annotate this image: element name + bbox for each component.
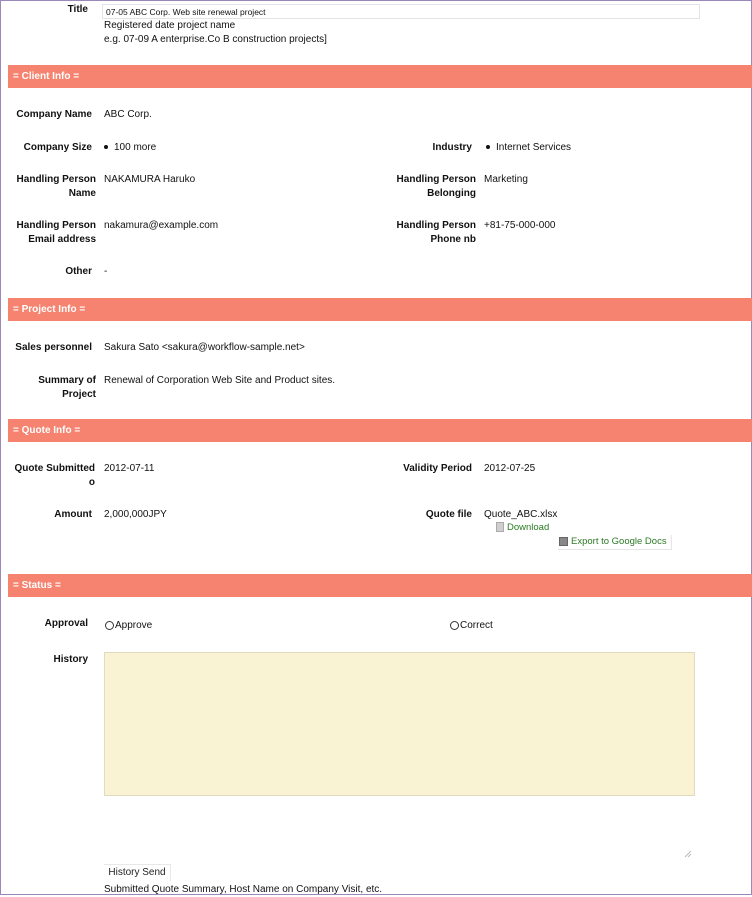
handling-person-email-value: nakamura@example.com: [104, 220, 219, 231]
radio-icon[interactable]: [105, 620, 114, 630]
industry-value: Internet Services: [486, 141, 571, 155]
handling-person-phone-value: +81-75-000-000: [484, 220, 556, 231]
bullet-icon: [486, 145, 490, 150]
bullet-icon: [104, 145, 108, 150]
title-hint-line2: e.g. 07-09 A enterprise.Co B constructio…: [104, 34, 327, 45]
export-google-docs-button[interactable]: Export to Google Docs: [558, 535, 672, 550]
handling-person-email-label: Handling Person Email address: [16, 220, 96, 245]
radio-icon[interactable]: [450, 620, 459, 630]
section-header-project: = Project Info =: [8, 298, 752, 321]
handling-person-phone-label: Handling Person Phone nb: [396, 220, 476, 245]
approve-radio[interactable]: Approve: [105, 619, 152, 633]
section-header-quote: = Quote Info =: [8, 419, 752, 442]
company-name-label: Company Name: [16, 109, 92, 120]
other-label: Other: [65, 266, 92, 277]
industry-label: Industry: [432, 142, 472, 153]
quote-submitted-value: 2012-07-11: [104, 463, 155, 474]
history-log: [104, 652, 695, 796]
section-header-status: = Status =: [8, 574, 752, 597]
title-hint-line1: Registered date project name: [104, 20, 236, 31]
handling-person-name-value: NAKAMURA Haruko: [104, 174, 196, 185]
resize-handle-icon[interactable]: [684, 850, 692, 858]
quote-submitted-label: Quote Submitted o: [14, 463, 95, 488]
company-name-value: ABC Corp.: [104, 109, 152, 120]
google-docs-icon: [559, 536, 568, 546]
handling-person-name-label: Handling Person Name: [16, 174, 96, 199]
validity-period-label: Validity Period: [403, 463, 472, 474]
company-size-value: 100 more: [104, 141, 156, 155]
quote-file-label: Quote file: [425, 509, 472, 520]
approval-label: Approval: [44, 618, 88, 629]
history-textarea[interactable]: [104, 796, 695, 860]
title-label: Title: [67, 4, 88, 15]
title-input[interactable]: 07-05 ABC Corp. Web site renewal project: [102, 4, 700, 19]
amount-value: 2,000,000JPY: [104, 509, 167, 520]
amount-label: Amount: [54, 509, 92, 520]
validity-period-value: 2012-07-25: [484, 463, 536, 474]
quote-file-name: Quote_ABC.xlsx: [484, 509, 558, 520]
history-send-button[interactable]: History Send: [104, 864, 171, 881]
handling-person-belonging-label: Handling Person Belonging: [396, 174, 476, 199]
sales-personnel-label: Sales personnel: [15, 342, 92, 353]
section-header-client: = Client Info =: [8, 65, 752, 88]
summary-label: Summary of Project: [38, 375, 96, 400]
history-label: History: [53, 654, 88, 665]
document-icon: [496, 522, 504, 533]
other-value: -: [104, 266, 108, 277]
sales-personnel-value: Sakura Sato <sakura@workflow-sample.net>: [104, 342, 305, 353]
summary-value: Renewal of Corporation Web Site and Prod…: [104, 375, 336, 386]
correct-radio[interactable]: Correct: [450, 619, 493, 633]
download-link[interactable]: Download: [496, 521, 549, 535]
handling-person-belonging-value: Marketing: [484, 174, 528, 185]
company-size-label: Company Size: [23, 142, 92, 153]
